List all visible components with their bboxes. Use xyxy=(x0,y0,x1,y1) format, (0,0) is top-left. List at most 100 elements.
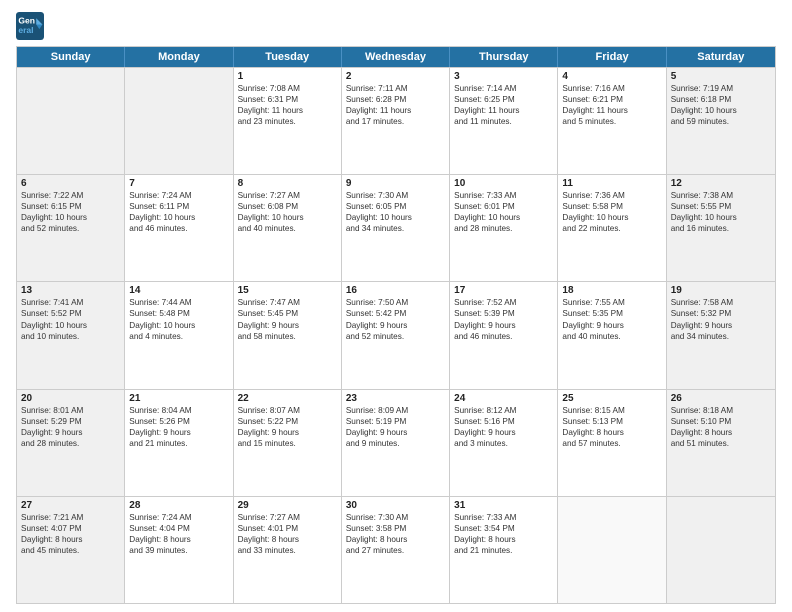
cell-info-line: Sunset: 3:54 PM xyxy=(454,523,553,534)
cell-info-line: Daylight: 10 hours xyxy=(454,212,553,223)
day-number: 2 xyxy=(346,71,445,82)
cell-info-line: Daylight: 8 hours xyxy=(129,534,228,545)
cell-info-line: Sunset: 5:16 PM xyxy=(454,416,553,427)
cell-info-line: Sunset: 6:08 PM xyxy=(238,201,337,212)
cell-info-line: Daylight: 11 hours xyxy=(238,105,337,116)
day-number: 19 xyxy=(671,285,771,296)
cell-info-line: Sunset: 5:32 PM xyxy=(671,308,771,319)
cal-cell-3-7: 19Sunrise: 7:58 AMSunset: 5:32 PMDayligh… xyxy=(667,282,775,388)
cell-info-line: Sunset: 4:01 PM xyxy=(238,523,337,534)
day-number: 15 xyxy=(238,285,337,296)
calendar-body: 1Sunrise: 7:08 AMSunset: 6:31 PMDaylight… xyxy=(17,67,775,603)
day-number: 3 xyxy=(454,71,553,82)
day-number: 18 xyxy=(562,285,661,296)
cal-cell-1-1 xyxy=(17,68,125,174)
page: Gen eral SundayMondayTuesdayWednesdayThu… xyxy=(0,0,792,612)
cell-info-line: and 46 minutes. xyxy=(129,223,228,234)
cell-info-line: Daylight: 10 hours xyxy=(21,212,120,223)
cell-info-line: and 57 minutes. xyxy=(562,438,661,449)
cal-cell-3-6: 18Sunrise: 7:55 AMSunset: 5:35 PMDayligh… xyxy=(558,282,666,388)
cal-cell-2-4: 9Sunrise: 7:30 AMSunset: 6:05 PMDaylight… xyxy=(342,175,450,281)
cell-info-line: and 3 minutes. xyxy=(454,438,553,449)
cal-cell-1-3: 1Sunrise: 7:08 AMSunset: 6:31 PMDaylight… xyxy=(234,68,342,174)
cell-info-line: Sunrise: 7:19 AM xyxy=(671,83,771,94)
cal-cell-1-5: 3Sunrise: 7:14 AMSunset: 6:25 PMDaylight… xyxy=(450,68,558,174)
cell-info-line: Sunrise: 7:14 AM xyxy=(454,83,553,94)
cell-info-line: Daylight: 9 hours xyxy=(238,427,337,438)
cell-info-line: Sunrise: 7:30 AM xyxy=(346,190,445,201)
day-number: 9 xyxy=(346,178,445,189)
header: Gen eral xyxy=(16,12,776,40)
cell-info-line: Sunset: 6:01 PM xyxy=(454,201,553,212)
cell-info-line: and 22 minutes. xyxy=(562,223,661,234)
cell-info-line: and 58 minutes. xyxy=(238,331,337,342)
cell-info-line: Sunset: 5:35 PM xyxy=(562,308,661,319)
cell-info-line: Sunrise: 7:30 AM xyxy=(346,512,445,523)
cal-cell-4-1: 20Sunrise: 8:01 AMSunset: 5:29 PMDayligh… xyxy=(17,390,125,496)
day-number: 5 xyxy=(671,71,771,82)
cell-info-line: Sunset: 4:04 PM xyxy=(129,523,228,534)
cal-cell-3-1: 13Sunrise: 7:41 AMSunset: 5:52 PMDayligh… xyxy=(17,282,125,388)
cal-cell-2-7: 12Sunrise: 7:38 AMSunset: 5:55 PMDayligh… xyxy=(667,175,775,281)
cell-info-line: and 15 minutes. xyxy=(238,438,337,449)
cell-info-line: Daylight: 9 hours xyxy=(454,427,553,438)
cell-info-line: Daylight: 10 hours xyxy=(346,212,445,223)
week-row-1: 1Sunrise: 7:08 AMSunset: 6:31 PMDaylight… xyxy=(17,67,775,174)
day-number: 25 xyxy=(562,393,661,404)
svg-text:Gen: Gen xyxy=(18,16,35,26)
cal-cell-5-3: 29Sunrise: 7:27 AMSunset: 4:01 PMDayligh… xyxy=(234,497,342,603)
cal-cell-2-1: 6Sunrise: 7:22 AMSunset: 6:15 PMDaylight… xyxy=(17,175,125,281)
cell-info-line: and 40 minutes. xyxy=(562,331,661,342)
cell-info-line: Sunrise: 7:38 AM xyxy=(671,190,771,201)
day-number: 13 xyxy=(21,285,120,296)
cell-info-line: Daylight: 10 hours xyxy=(21,320,120,331)
cell-info-line: and 45 minutes. xyxy=(21,545,120,556)
cell-info-line: and 5 minutes. xyxy=(562,116,661,127)
cal-cell-1-7: 5Sunrise: 7:19 AMSunset: 6:18 PMDaylight… xyxy=(667,68,775,174)
cell-info-line: and 51 minutes. xyxy=(671,438,771,449)
day-number: 27 xyxy=(21,500,120,511)
cell-info-line: and 9 minutes. xyxy=(346,438,445,449)
cal-cell-3-5: 17Sunrise: 7:52 AMSunset: 5:39 PMDayligh… xyxy=(450,282,558,388)
week-row-3: 13Sunrise: 7:41 AMSunset: 5:52 PMDayligh… xyxy=(17,281,775,388)
cell-info-line: Daylight: 10 hours xyxy=(129,320,228,331)
cell-info-line: Sunrise: 7:55 AM xyxy=(562,297,661,308)
cell-info-line: Sunrise: 8:01 AM xyxy=(21,405,120,416)
cal-cell-5-7 xyxy=(667,497,775,603)
cell-info-line: and 16 minutes. xyxy=(671,223,771,234)
cell-info-line: Sunrise: 7:27 AM xyxy=(238,190,337,201)
week-row-4: 20Sunrise: 8:01 AMSunset: 5:29 PMDayligh… xyxy=(17,389,775,496)
day-number: 12 xyxy=(671,178,771,189)
cell-info-line: and 33 minutes. xyxy=(238,545,337,556)
cell-info-line: and 23 minutes. xyxy=(238,116,337,127)
cell-info-line: Sunrise: 7:27 AM xyxy=(238,512,337,523)
cell-info-line: Daylight: 9 hours xyxy=(454,320,553,331)
day-number: 26 xyxy=(671,393,771,404)
cell-info-line: and 21 minutes. xyxy=(129,438,228,449)
cell-info-line: Daylight: 9 hours xyxy=(346,320,445,331)
day-number: 23 xyxy=(346,393,445,404)
weekday-header-tuesday: Tuesday xyxy=(234,47,342,67)
calendar-header: SundayMondayTuesdayWednesdayThursdayFrid… xyxy=(17,47,775,67)
week-row-5: 27Sunrise: 7:21 AMSunset: 4:07 PMDayligh… xyxy=(17,496,775,603)
cell-info-line: and 28 minutes. xyxy=(21,438,120,449)
cell-info-line: Sunrise: 7:47 AM xyxy=(238,297,337,308)
cell-info-line: Sunset: 5:55 PM xyxy=(671,201,771,212)
cell-info-line: Sunset: 5:10 PM xyxy=(671,416,771,427)
cell-info-line: Sunset: 6:21 PM xyxy=(562,94,661,105)
cal-cell-2-6: 11Sunrise: 7:36 AMSunset: 5:58 PMDayligh… xyxy=(558,175,666,281)
day-number: 1 xyxy=(238,71,337,82)
cell-info-line: Sunset: 6:15 PM xyxy=(21,201,120,212)
logo: Gen eral xyxy=(16,12,48,40)
svg-text:eral: eral xyxy=(18,25,33,35)
cell-info-line: Sunrise: 7:16 AM xyxy=(562,83,661,94)
cell-info-line: Daylight: 8 hours xyxy=(238,534,337,545)
cell-info-line: Sunrise: 7:44 AM xyxy=(129,297,228,308)
day-number: 31 xyxy=(454,500,553,511)
cell-info-line: Daylight: 10 hours xyxy=(671,212,771,223)
day-number: 7 xyxy=(129,178,228,189)
cell-info-line: and 28 minutes. xyxy=(454,223,553,234)
cell-info-line: Sunset: 5:26 PM xyxy=(129,416,228,427)
cell-info-line: Daylight: 10 hours xyxy=(129,212,228,223)
cell-info-line: Daylight: 9 hours xyxy=(346,427,445,438)
